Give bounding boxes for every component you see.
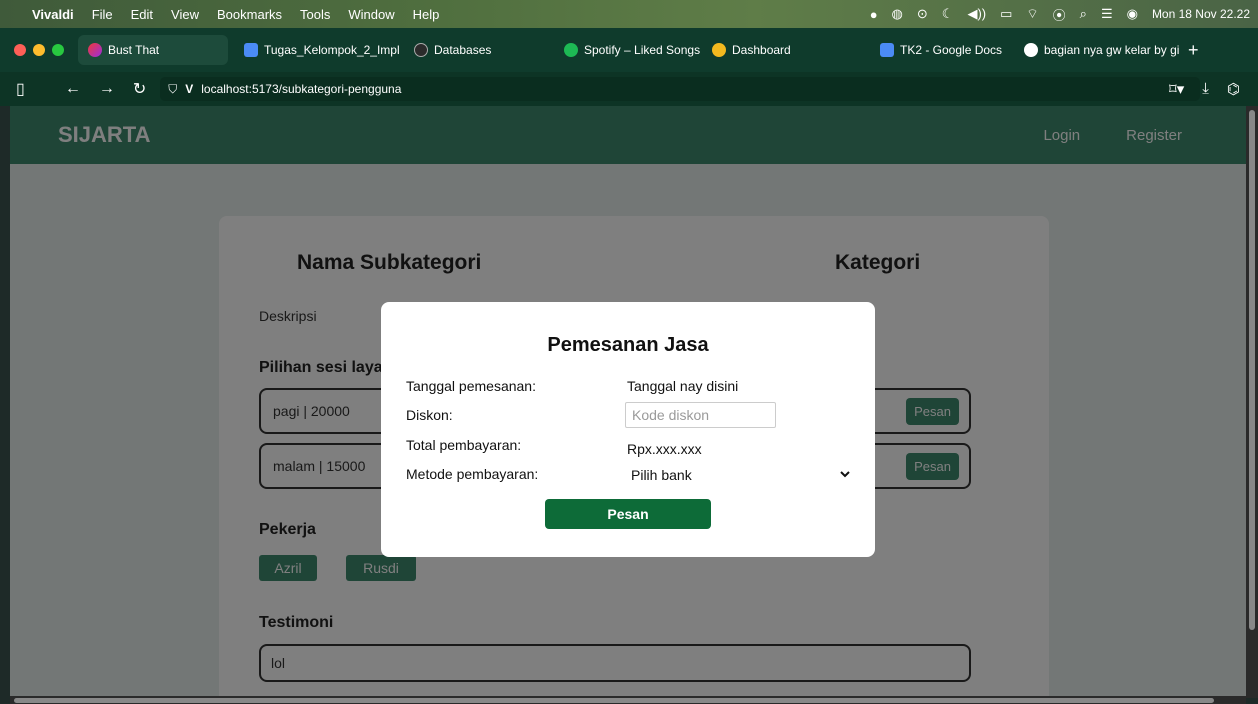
tab-label: bagian nya gw kelar by gi	[1044, 43, 1180, 57]
url-field[interactable]: ⛉ V localhost:5173/subkategori-pengguna	[160, 77, 1201, 101]
total-value: Rpx.xxx.xxx	[627, 441, 702, 457]
tab-label: Bust That	[108, 43, 160, 57]
menu-app-name[interactable]: Vivaldi	[32, 7, 74, 22]
forward-arrow-icon[interactable]: →	[99, 80, 115, 98]
diskon-label: Diskon:	[406, 407, 453, 423]
window-controls	[14, 44, 64, 56]
tab-dashboard[interactable]: Dashboard	[702, 35, 870, 65]
menu-view[interactable]: View	[171, 7, 199, 22]
tanggal-label: Tanggal pemesanan:	[406, 378, 536, 394]
metode-selected: Pilih bank	[631, 467, 692, 483]
extensions-icon[interactable]: ⌬	[1227, 80, 1240, 98]
tab-label: TK2 - Google Docs	[900, 43, 1003, 57]
chat-icon[interactable]: ◍	[892, 6, 903, 22]
scrollbar-thumb[interactable]	[1249, 110, 1255, 630]
minimize-window-button[interactable]	[33, 44, 45, 56]
status-area: ● ◍ ⊙ ☾ ◀)) ▭ ⌔ ⦿ ⌕ ☰ ◉ Mon 18 Nov 22.22	[870, 0, 1250, 28]
tab-spotify[interactable]: Spotify – Liked Songs	[554, 35, 702, 65]
address-bar: ▯ ← → ↻ ⛉ V localhost:5173/subkategori-p…	[0, 72, 1258, 106]
browser-tab-bar: Bust That Tugas_Kelompok_2_Impl Database…	[0, 28, 1258, 72]
tab-label: Databases	[434, 43, 492, 57]
dashboard-icon	[712, 43, 726, 57]
pesan-submit-button[interactable]: Pesan	[545, 499, 711, 529]
tab-label: Dashboard	[732, 43, 791, 57]
tanggal-value: Tanggal nay disini	[627, 378, 739, 394]
back-arrow-icon[interactable]: ←	[65, 80, 81, 98]
docs-icon	[244, 43, 258, 57]
tab-label: Tugas_Kelompok_2_Impl	[264, 43, 400, 57]
control-center-icon[interactable]: ☰	[1101, 6, 1113, 22]
download-icon[interactable]: ⤓	[1202, 80, 1209, 98]
clock[interactable]: Mon 18 Nov 22.22	[1152, 7, 1250, 21]
shield-icon[interactable]: ⛉	[168, 82, 177, 97]
bookmark-icon[interactable]: ⌑▾	[1169, 80, 1184, 98]
tab-bust-that[interactable]: Bust That	[78, 35, 228, 65]
wifi-icon[interactable]: ⌔	[1026, 6, 1038, 22]
spotlight-search-icon[interactable]: ⌕	[1080, 6, 1087, 22]
vertical-scrollbar[interactable]	[1246, 106, 1258, 698]
reload-icon[interactable]: ↻	[133, 79, 146, 99]
new-tab-plus-icon[interactable]: +	[1188, 40, 1199, 61]
menu-file[interactable]: File	[92, 7, 113, 22]
siri-icon[interactable]: ◉	[1127, 6, 1138, 22]
window-edge	[0, 106, 10, 704]
tab-label: Spotify – Liked Songs	[584, 43, 701, 57]
menu-window[interactable]: Window	[348, 7, 394, 22]
volume-icon[interactable]: ◀))	[967, 6, 986, 22]
horizontal-scrollbar[interactable]	[10, 696, 1246, 704]
menu-bookmarks[interactable]: Bookmarks	[217, 7, 282, 22]
close-window-button[interactable]	[14, 44, 26, 56]
chevron-down-icon	[840, 471, 850, 478]
vivaldi-icon	[88, 43, 102, 57]
user-icon[interactable]: ⦿	[1053, 5, 1066, 24]
moon-icon[interactable]: ☾	[942, 6, 954, 22]
modal-title: Pemesanan Jasa	[547, 334, 709, 356]
diskon-input[interactable]	[625, 402, 776, 428]
docs-icon	[880, 43, 894, 57]
menu-edit[interactable]: Edit	[131, 7, 153, 22]
menu-help[interactable]: Help	[413, 7, 440, 22]
zoom-window-button[interactable]	[52, 44, 64, 56]
tab-tugas-kelompok[interactable]: Tugas_Kelompok_2_Impl	[234, 35, 404, 65]
database-icon	[414, 43, 428, 57]
tab-databases[interactable]: Databases	[404, 35, 554, 65]
web-page: SIJARTA Login Register Nama Subkategori …	[10, 106, 1246, 698]
battery-icon[interactable]: ▭	[1000, 6, 1012, 22]
address-actions: ⌑▾ ⤓ ⌬	[1169, 80, 1240, 98]
play-icon[interactable]: ⊙	[917, 6, 928, 22]
total-label: Total pembayaran:	[406, 437, 522, 453]
tab-github[interactable]: bagian nya gw kelar by gi	[1014, 35, 1182, 65]
panel-toggle-icon[interactable]: ▯	[16, 79, 25, 99]
macos-menu-bar: Vivaldi File Edit View Bookmarks Tools W…	[0, 0, 1258, 28]
spotify-icon	[564, 43, 578, 57]
github-icon	[1024, 43, 1038, 57]
record-icon[interactable]: ●	[870, 7, 878, 22]
scrollbar-thumb[interactable]	[14, 698, 1214, 703]
url-text: localhost:5173/subkategori-pengguna	[201, 82, 402, 96]
metode-select[interactable]: Pilih bank	[623, 464, 853, 486]
vivaldi-logo-icon: V	[185, 82, 194, 96]
metode-label: Metode pembayaran:	[406, 466, 539, 482]
tab-tk2-google-docs[interactable]: TK2 - Google Docs	[870, 35, 1014, 65]
menu-tools[interactable]: Tools	[300, 7, 330, 22]
pemesanan-modal: Pemesanan Jasa Tanggal pemesanan: Tangga…	[381, 302, 875, 557]
